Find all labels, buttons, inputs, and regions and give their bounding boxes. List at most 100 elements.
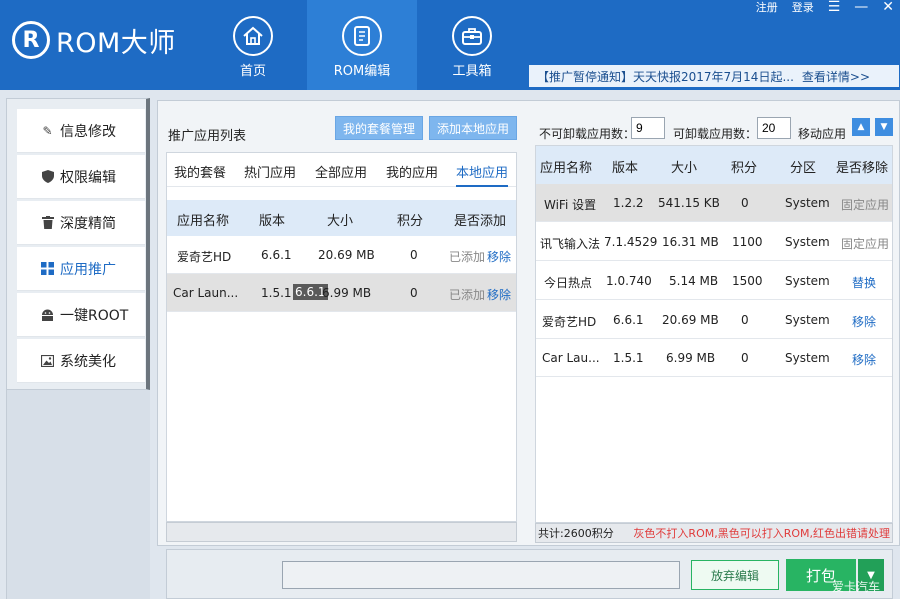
promo-table-header: 应用名称 版本 大小 积分 是否添加 <box>167 200 516 236</box>
shield-icon <box>41 170 54 183</box>
move-app-label: 移动应用 <box>798 127 847 141</box>
android-icon <box>41 308 54 321</box>
replace-link[interactable]: 替换 <box>852 274 876 291</box>
register-link[interactable]: 注册 <box>756 0 778 15</box>
app-logo: R ROM大师 <box>12 20 176 60</box>
col-app-name: 应用名称 <box>177 214 230 229</box>
sidebar-item-info-edit[interactable]: ✎ 信息修改 <box>17 109 145 153</box>
app-version: 1.5.1 <box>261 286 292 300</box>
sidebar-item-system-beautify[interactable]: 系统美化 <box>17 339 145 383</box>
promo-app-list-panel: 我的套餐 热门应用 全部应用 我的应用 本地应用 应用名称 版本 大小 积分 是… <box>166 152 517 522</box>
nav-rom-edit[interactable]: ROM编辑 <box>307 0 417 90</box>
app-points: 0 <box>410 248 418 262</box>
tab-hot-apps[interactable]: 热门应用 <box>244 162 296 181</box>
home-icon <box>233 16 273 56</box>
my-package-manage-button[interactable]: 我的套餐管理 <box>335 116 423 140</box>
app-points: 0 <box>741 196 749 210</box>
col-added: 是否添加 <box>454 214 507 229</box>
nav-toolbox[interactable]: 工具箱 <box>417 0 527 90</box>
tab-my-apps[interactable]: 我的应用 <box>386 162 438 181</box>
non-uninstall-count-field[interactable] <box>631 117 665 139</box>
tab-all-apps[interactable]: 全部应用 <box>315 162 367 181</box>
app-version: 7.1.4529 <box>604 235 658 249</box>
fixed-app-label: 固定应用 <box>841 237 890 251</box>
app-size: 5.14 MB <box>669 274 719 288</box>
app-size: 6.99 MB <box>322 286 372 300</box>
app-partition: System <box>785 274 830 288</box>
col-points: 积分 <box>731 161 758 176</box>
sidebar-item-one-click-root[interactable]: 一键ROOT <box>17 293 145 337</box>
remove-link[interactable]: 移除 <box>487 248 511 265</box>
triangle-down-icon: ▼ <box>880 122 888 132</box>
minimize-icon[interactable]: — <box>854 0 868 14</box>
app-partition: System <box>785 313 830 327</box>
edit-icon: ✎ <box>42 123 53 138</box>
uninstall-label: 可卸载应用数： <box>673 127 758 141</box>
table-row[interactable]: 爱奇艺HD 6.6.1 20.69 MB 0 已添加 移除 <box>167 236 516 274</box>
installed-table-header: 应用名称 版本 大小 积分 分区 是否移除 <box>536 146 892 184</box>
app-name: Car Lau... <box>542 351 600 365</box>
logo-mark-icon: R <box>12 21 50 59</box>
app-partition: System <box>785 235 830 249</box>
remove-link[interactable]: 移除 <box>852 313 876 330</box>
total-points: 共计:2600积分 <box>538 527 614 540</box>
color-legend-note: 灰色不打入ROM,黑色可以打入ROM,红色出错请处理 <box>633 527 890 540</box>
app-version: 6.6.1 <box>613 313 644 327</box>
non-uninstall-label: 不可卸载应用数： <box>539 127 636 141</box>
app-partition: System <box>785 351 830 365</box>
uninstall-count-field[interactable] <box>757 117 791 139</box>
notice-detail-link[interactable]: 查看详情>> <box>802 68 870 85</box>
table-row[interactable]: 爱奇艺HD 6.6.1 20.69 MB 0 System 移除 <box>536 301 892 339</box>
app-version: 1.2.2 <box>613 196 644 210</box>
add-local-app-button[interactable]: 添加本地应用 <box>429 116 517 140</box>
close-icon[interactable]: ✕ <box>882 0 894 14</box>
rom-edit-icon <box>342 16 382 56</box>
table-row[interactable]: 讯飞输入法 7.1.4529 16.31 MB 1100 System 固定应用 <box>536 223 892 261</box>
trash-icon <box>41 216 54 229</box>
app-name: WiFi 设置 <box>544 198 597 212</box>
app-size: 6.99 MB <box>666 351 716 365</box>
app-name: 爱奇艺HD <box>542 315 597 329</box>
table-row[interactable]: Car Lau... 1.5.1 6.99 MB 0 System 移除 <box>536 339 892 377</box>
col-size: 大小 <box>671 161 698 176</box>
tab-local-apps[interactable]: 本地应用 <box>456 162 509 187</box>
watermark: 爱卡汽车 <box>832 580 881 594</box>
app-points: 0 <box>410 286 418 300</box>
tab-my-package[interactable]: 我的套餐 <box>174 162 226 181</box>
col-removable: 是否移除 <box>836 161 889 176</box>
sidebar-item-permission-edit[interactable]: 权限编辑 <box>17 155 145 199</box>
app-version: 6.6.1 <box>261 248 292 262</box>
nav-home[interactable]: 首页 <box>198 0 308 90</box>
sidebar-item-label: 一键ROOT <box>60 307 129 324</box>
promo-list-title: 推广应用列表 <box>168 129 247 144</box>
sidebar-item-app-promotion[interactable]: 应用推广 <box>17 247 145 291</box>
col-points: 积分 <box>397 214 424 229</box>
sidebar: ✎ 信息修改 权限编辑 深度精简 应用推广 一键ROOT 系统美化 <box>6 98 150 390</box>
sidebar-item-label: 系统美化 <box>60 353 116 370</box>
app-added-status: 已添加 <box>449 250 486 264</box>
discard-edit-button[interactable]: 放弃编辑 <box>691 560 779 590</box>
remove-link[interactable]: 移除 <box>852 351 876 368</box>
triangle-up-icon: ▲ <box>857 122 865 132</box>
app-size: 16.31 MB <box>662 235 719 249</box>
menu-icon[interactable]: ☰ <box>828 0 841 14</box>
app-size: 20.69 MB <box>662 313 719 327</box>
sidebar-item-label: 权限编辑 <box>60 169 116 186</box>
table-row[interactable]: WiFi 设置 1.2.2 541.15 KB 0 System 固定应用 <box>536 184 892 222</box>
progress-bar <box>282 561 680 589</box>
table-row[interactable]: 今日热点 1.0.740 5.14 MB 1500 System 替换 <box>536 262 892 300</box>
horizontal-scrollbar[interactable] <box>166 522 517 542</box>
move-down-button[interactable]: ▼ <box>875 118 893 136</box>
app-partition: System <box>785 196 830 210</box>
app-size: 541.15 KB <box>658 196 720 210</box>
sidebar-item-deep-slim[interactable]: 深度精简 <box>17 201 145 245</box>
login-link[interactable]: 登录 <box>792 0 814 15</box>
app-size: 20.69 MB <box>318 248 375 262</box>
remove-link[interactable]: 移除 <box>487 286 511 303</box>
col-size: 大小 <box>327 214 354 229</box>
move-up-button[interactable]: ▲ <box>852 118 870 136</box>
sidebar-item-label: 应用推广 <box>60 261 116 278</box>
table-row[interactable]: Car Laun... 1.5.1 6.6.1 6.99 MB 0 已添加 移除 <box>167 274 516 312</box>
app-points: 1500 <box>732 274 763 288</box>
col-app-name: 应用名称 <box>540 161 593 176</box>
